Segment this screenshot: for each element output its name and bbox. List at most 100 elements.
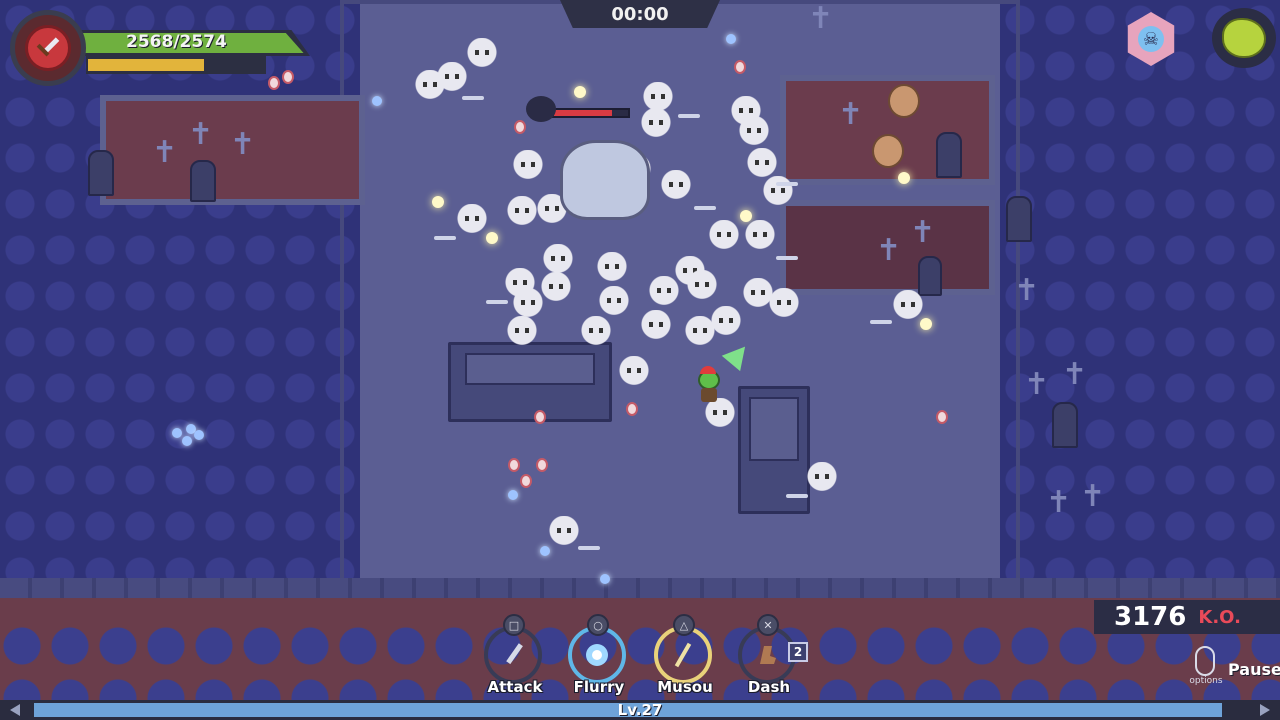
sword-icon — [36, 37, 60, 57]
skeleton-enemy — [618, 356, 650, 390]
skeleton-blade — [776, 256, 798, 260]
slime-map-icon — [1222, 18, 1266, 58]
skeleton-enemy — [466, 38, 498, 72]
skeleton-enemy — [506, 196, 538, 230]
skeleton-enemy — [686, 270, 718, 304]
ko-count: 3176 — [1114, 602, 1187, 632]
options-button[interactable]: options — [1184, 644, 1228, 690]
ko-label: K.O. — [1198, 606, 1241, 628]
skeleton-enemy — [640, 108, 672, 142]
skeleton-enemy — [540, 272, 572, 306]
timer-text: 00:00 — [611, 3, 669, 25]
villager-npc — [872, 134, 904, 168]
xp-orb — [372, 96, 382, 106]
potion — [508, 458, 520, 472]
cross-icon: ✝ — [230, 127, 256, 162]
match-timer: 00:00 — [560, 0, 720, 28]
level-text: Lv.27 — [617, 701, 663, 719]
skeleton-blade — [870, 320, 892, 324]
skill-musou-label: Musou — [657, 678, 713, 696]
pause-button[interactable]: Pause — [1228, 660, 1280, 679]
cross-icon: ✝ — [1046, 485, 1072, 520]
spark — [574, 86, 586, 98]
options-icon — [1195, 646, 1215, 676]
skill-attack-label: Attack — [487, 678, 543, 696]
skeleton-enemy — [768, 288, 800, 322]
skeleton-enemy — [710, 306, 742, 340]
ko-counter: 3176 K.O. — [1094, 600, 1280, 634]
gravestone — [1006, 196, 1032, 242]
cross-icon: ✝ — [808, 1, 834, 36]
boss-health-fill — [554, 110, 612, 116]
cross-icon: ✝ — [1014, 273, 1040, 308]
skeleton-enemy — [598, 286, 630, 320]
spark — [898, 172, 910, 184]
special-gauge-fill — [88, 59, 205, 71]
skull-icon: ☠ — [1138, 26, 1164, 52]
cross-icon: ✝ — [910, 215, 936, 250]
special-gauge — [86, 56, 266, 74]
potion — [626, 402, 638, 416]
skeleton-enemy — [648, 276, 680, 310]
skeleton-blade — [486, 300, 508, 304]
skeleton-blade — [694, 206, 716, 210]
spark — [432, 196, 444, 208]
skeleton-enemy — [892, 290, 924, 324]
experience-bar: Lv.27 — [0, 700, 1280, 720]
gravestone — [88, 150, 114, 196]
skeleton-enemy — [660, 170, 692, 204]
xp-orb — [508, 490, 518, 500]
boss-enemy — [560, 140, 650, 220]
potion — [282, 70, 294, 84]
skill-dash-label: Dash — [747, 678, 791, 696]
cross-icon: ✝ — [1080, 479, 1106, 514]
potion — [536, 458, 548, 472]
hp-bar: 2568/2574 — [78, 30, 310, 56]
potion — [734, 60, 746, 74]
potion — [514, 120, 526, 134]
cross-icon: ✝ — [876, 233, 902, 268]
boss-health-bar — [552, 108, 630, 118]
skill-flurry-label: Flurry — [573, 678, 625, 696]
gravestone — [1052, 402, 1078, 448]
forest-right — [1000, 0, 1280, 600]
skeleton-enemy — [640, 310, 672, 344]
skeleton-blade — [462, 96, 484, 100]
gravestone — [936, 132, 962, 178]
skeleton-blade — [678, 114, 700, 118]
cross-icon: ✝ — [1062, 357, 1088, 392]
xp-orb — [194, 430, 204, 440]
skeleton-enemy — [580, 316, 612, 350]
skeleton-blade — [786, 494, 808, 498]
skeleton-enemy — [596, 252, 628, 286]
skeleton-enemy — [738, 116, 770, 150]
triangle-button-icon: △ — [673, 614, 695, 636]
skeleton-enemy — [512, 150, 544, 184]
dash-charges-badge: 2 — [788, 642, 808, 662]
tomb-slab — [448, 342, 612, 422]
potion — [936, 410, 948, 424]
skeleton-enemy — [744, 220, 776, 254]
gravestone — [190, 160, 216, 202]
skeleton-blade — [578, 546, 600, 550]
sword-emblem-icon — [10, 10, 86, 86]
circle-button-icon: ○ — [587, 614, 609, 636]
cross-icon: ✝ — [1024, 367, 1050, 402]
boss-marker-icon — [526, 96, 556, 122]
potion — [520, 474, 532, 488]
game-world: ✝ ✝ ✝ ✝ ✝ ✝ ✝ ✝ ✝ ✝ ✝ ✝ — [0, 0, 1280, 720]
forest-left — [0, 0, 360, 600]
ground-strip-edge — [0, 578, 1280, 598]
skeleton-blade — [434, 236, 456, 240]
cross-icon: ✝ — [188, 117, 214, 152]
minimap-button[interactable] — [1212, 8, 1276, 68]
skeleton-enemy — [704, 398, 736, 432]
xp-orb — [182, 436, 192, 446]
skeleton-enemy — [548, 516, 580, 550]
skeleton-enemy — [456, 204, 488, 238]
xp-orb — [172, 428, 182, 438]
skeleton-enemy — [436, 62, 468, 96]
cross-icon: ✝ — [838, 97, 864, 132]
villager-npc — [888, 84, 920, 118]
skeleton-enemy — [708, 220, 740, 254]
